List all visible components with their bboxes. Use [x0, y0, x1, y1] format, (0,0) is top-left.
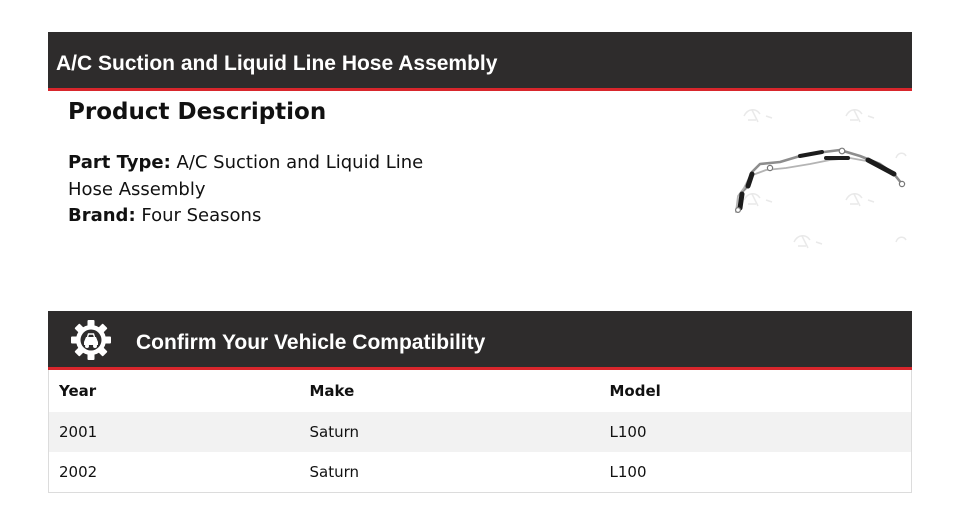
model-cell: L100 [609, 462, 647, 481]
compatibility-table: Year Make Model 2001 Saturn L100 2002 Sa… [48, 370, 912, 493]
column-header-model: Model [609, 382, 661, 400]
model-cell: L100 [609, 423, 647, 441]
compatibility-title: Confirm Your Vehicle Compatibility [136, 331, 486, 354]
suction-line [738, 148, 904, 210]
year-cell: 2001 [59, 423, 98, 441]
brand-label: Brand: [68, 205, 136, 226]
watermark-pattern [743, 109, 907, 249]
product-description-body: Part Type: A/C Suction and Liquid Line H… [68, 150, 458, 230]
title-bar: A/C Suction and Liquid Line Hose Assembl… [48, 32, 912, 91]
page-title: A/C Suction and Liquid Line Hose Assembl… [56, 52, 498, 75]
brand-value: Four Seasons [141, 205, 262, 226]
make-cell: Saturn [309, 423, 360, 441]
product-description-heading: Product Description [68, 99, 327, 125]
table-row: 2001 Saturn L100 [48, 412, 912, 452]
product-image [734, 109, 907, 249]
make-cell: Saturn [309, 462, 360, 481]
year-cell: 2002 [59, 462, 98, 481]
table-header-row: Year Make Model [49, 370, 912, 412]
column-header-year: Year [59, 382, 97, 400]
vehicle-gear-icon [71, 320, 111, 360]
column-header-make: Make [309, 382, 355, 400]
compatibility-bar: Confirm Your Vehicle Compatibility [48, 311, 912, 370]
table-row: 2002 Saturn L100 [48, 452, 912, 492]
part-type-label: Part Type: [68, 152, 171, 173]
